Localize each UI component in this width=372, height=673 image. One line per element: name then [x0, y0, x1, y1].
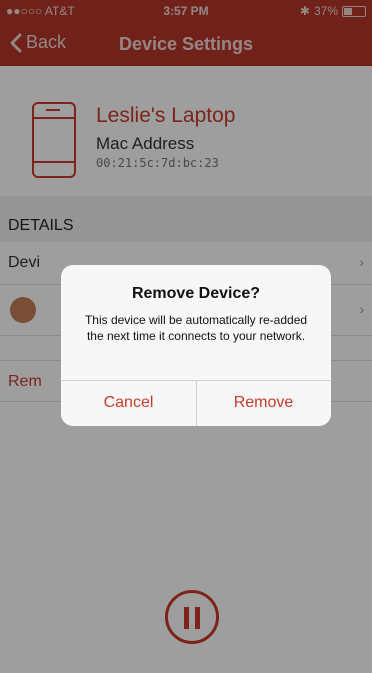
remove-button[interactable]: Remove — [196, 380, 331, 426]
alert-message: This device will be automatically re-add… — [84, 313, 308, 343]
cancel-button[interactable]: Cancel — [61, 380, 196, 426]
device-settings-screen: ●●○○○ AT&T 3:57 PM ✱ 37% Back Device Set… — [0, 0, 372, 673]
alert-title: Remove Device? — [131, 285, 261, 302]
remove-device-alert: Remove Device? This device will be autom… — [61, 265, 331, 426]
